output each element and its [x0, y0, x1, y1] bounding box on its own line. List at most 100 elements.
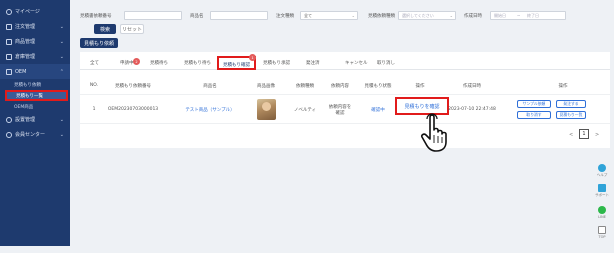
table-header: NO. 見積もり依頼番号 商品名 商品画像 依頼種類 依頼内容 見積もり状態 操… — [80, 79, 610, 93]
top-label: TOP — [598, 235, 606, 239]
top-shortcut[interactable]: TOP — [594, 226, 610, 239]
sidebar-item-member[interactable]: 会員センター ⌄ — [0, 127, 70, 142]
pager-page[interactable]: 1 — [579, 129, 589, 139]
pager-prev-icon[interactable]: < — [569, 130, 573, 140]
sidebar-item-warehouse[interactable]: 倉庫管理 ⌄ — [0, 49, 70, 64]
order-icon — [6, 23, 12, 30]
tab-quote-approved[interactable]: 見積もり承認 — [263, 60, 290, 66]
tab-waiting[interactable]: 見積待ち — [150, 60, 168, 66]
shop-label: 見積依頼種類 — [368, 14, 395, 19]
status-label: 注文種類 — [276, 14, 294, 19]
product-thumbnail[interactable] — [257, 99, 276, 120]
col-created: 作成日時 — [463, 84, 481, 89]
row-content: 依頼内容を確認 — [328, 105, 352, 116]
table-row: 1 OEM20230703000013 テスト商品（サンプル） ノベルティ 依頼… — [80, 94, 610, 124]
sidebar-item-label: 注文管理 — [15, 24, 36, 30]
sidebar-item-label: 商品管理 — [15, 39, 36, 45]
col-product: 商品名 — [203, 84, 217, 89]
col-quote-no: 見積もり依頼番号 — [115, 84, 151, 89]
reset-button[interactable]: リセット — [120, 24, 144, 34]
sidebar-sub-oem-products[interactable]: OEM商品 — [0, 101, 70, 112]
tab-applying[interactable]: 申請中 2 — [120, 58, 140, 66]
row-quote-no: OEM20230703000013 — [107, 107, 159, 112]
date-separator: ~ — [517, 13, 521, 18]
sidebar-item-orders[interactable]: 注文管理 ⌄ — [0, 19, 70, 34]
line-label: LINE — [598, 215, 606, 219]
tab-badge: 1 — [249, 54, 256, 61]
sidebar-sub-quote-list[interactable]: 見積もり一覧 — [5, 90, 68, 101]
confirm-quote-label: 見積もりを確認 — [404, 103, 440, 110]
withdraw-button[interactable]: 取り消す — [517, 111, 551, 119]
product-icon — [6, 38, 12, 45]
tab-label: 申請中 — [120, 61, 134, 66]
tab-cancelled[interactable]: キャンセル — [345, 60, 368, 66]
product-name-input[interactable] — [210, 11, 268, 20]
sidebar-item-settings[interactable]: 設置管理 ⌄ — [0, 112, 70, 127]
date-start: 開始日 — [494, 13, 506, 18]
product-name-label: 商品名 — [190, 14, 204, 19]
search-button[interactable]: 検索 — [94, 24, 116, 34]
row-no: 1 — [92, 107, 96, 112]
tab-withdrawn[interactable]: 取り消し — [377, 60, 395, 66]
sidebar-item-label: 会員センター — [15, 132, 46, 138]
sidebar: マイページ 注文管理 ⌄ 商品管理 ⌄ 倉庫管理 ⌄ OEM ⌃ 見積もり依頼 … — [0, 0, 70, 246]
col-no: NO. — [89, 83, 99, 88]
sidebar-item-label: 倉庫管理 — [15, 54, 36, 60]
home-icon — [6, 8, 12, 15]
app-root: マイページ 注文管理 ⌄ 商品管理 ⌄ 倉庫管理 ⌄ OEM ⌃ 見積もり依頼 … — [0, 0, 614, 253]
help-label: ヘルプ — [596, 173, 608, 177]
sidebar-item-products[interactable]: 商品管理 ⌄ — [0, 34, 70, 49]
tab-all[interactable]: 全て — [90, 60, 99, 66]
tab-badge: 2 — [133, 58, 140, 65]
tab-quote-waiting[interactable]: 見積もり待ち — [184, 60, 211, 66]
date-end: 終了日 — [527, 13, 539, 18]
chevron-down-icon: ⌄ — [59, 38, 64, 45]
chevron-up-icon: ⌃ — [59, 68, 64, 75]
oem-icon — [6, 68, 12, 75]
tab-quote-confirm[interactable]: 見積もり確認 1 — [217, 54, 256, 70]
sidebar-sub-quote-request[interactable]: 見積もり依頼 — [0, 79, 70, 90]
quote-list-panel: 全て 申請中 2 見積待ち 見積もり待ち 見積もり確認 1 見積もり承認 発注済… — [80, 52, 610, 148]
line-shortcut[interactable]: LINE — [594, 206, 610, 219]
help-shortcut[interactable]: ヘルプ — [594, 164, 610, 178]
help-icon — [598, 164, 606, 172]
tab-ordered[interactable]: 発注済 — [306, 60, 320, 66]
floating-toolbar: ヘルプ サポート LINE TOP — [594, 160, 610, 244]
quote-no-input[interactable] — [124, 11, 182, 20]
sidebar-item-label: OEM — [15, 68, 27, 75]
quote-no-label: 見積書依頼番号 — [80, 14, 112, 19]
col-state: 見積もり状態 — [364, 84, 392, 89]
chevron-down-icon: ⌄ — [59, 116, 64, 123]
sidebar-item-mypage[interactable]: マイページ — [0, 4, 70, 19]
col-action: 操作 — [415, 84, 425, 89]
support-icon — [598, 184, 606, 192]
member-icon — [6, 131, 12, 138]
shop-placeholder: 選択してください — [402, 13, 434, 18]
quote-list-button[interactable]: 見積もり一覧 — [556, 111, 586, 119]
status-select[interactable]: 全て ⌄ — [300, 11, 358, 20]
chevron-down-icon: ⌄ — [59, 23, 64, 30]
col-type: 依頼種類 — [296, 84, 314, 89]
settings-icon — [6, 116, 12, 123]
create-quote-button[interactable]: 見積もり依頼 — [80, 38, 118, 48]
support-shortcut[interactable]: サポート — [594, 184, 610, 198]
sidebar-item-label: 設置管理 — [15, 117, 36, 123]
status-value: 全て — [304, 13, 312, 18]
date-range-input[interactable]: 開始日 ~ 終了日 — [490, 11, 566, 20]
tab-label: 見積もり確認 — [223, 63, 250, 68]
chevron-down-icon: ⌄ — [351, 13, 355, 18]
search-filter: 見積書依頼番号 商品名 注文種類 全て ⌄ 見積依頼種類 選択してください ⌄ … — [80, 8, 610, 48]
row-product-link[interactable]: テスト商品（サンプル） — [185, 107, 234, 113]
sidebar-item-oem[interactable]: OEM ⌃ — [0, 64, 70, 79]
arrow-up-icon — [598, 226, 606, 234]
order-button[interactable]: 発注する — [556, 100, 586, 108]
status-tabs: 全て 申請中 2 見積待ち 見積もり待ち 見積もり確認 1 見積もり承認 発注済… — [80, 54, 610, 70]
sample-request-button[interactable]: サンプル依頼 — [517, 100, 551, 108]
date-label: 作成日時 — [464, 14, 482, 19]
support-label: サポート — [595, 193, 609, 197]
col-ops: 操作 — [558, 84, 568, 89]
line-icon — [598, 206, 606, 214]
col-content: 依頼内容 — [331, 84, 349, 89]
shop-select[interactable]: 選択してください ⌄ — [398, 11, 456, 20]
pager-next-icon[interactable]: > — [595, 130, 599, 140]
